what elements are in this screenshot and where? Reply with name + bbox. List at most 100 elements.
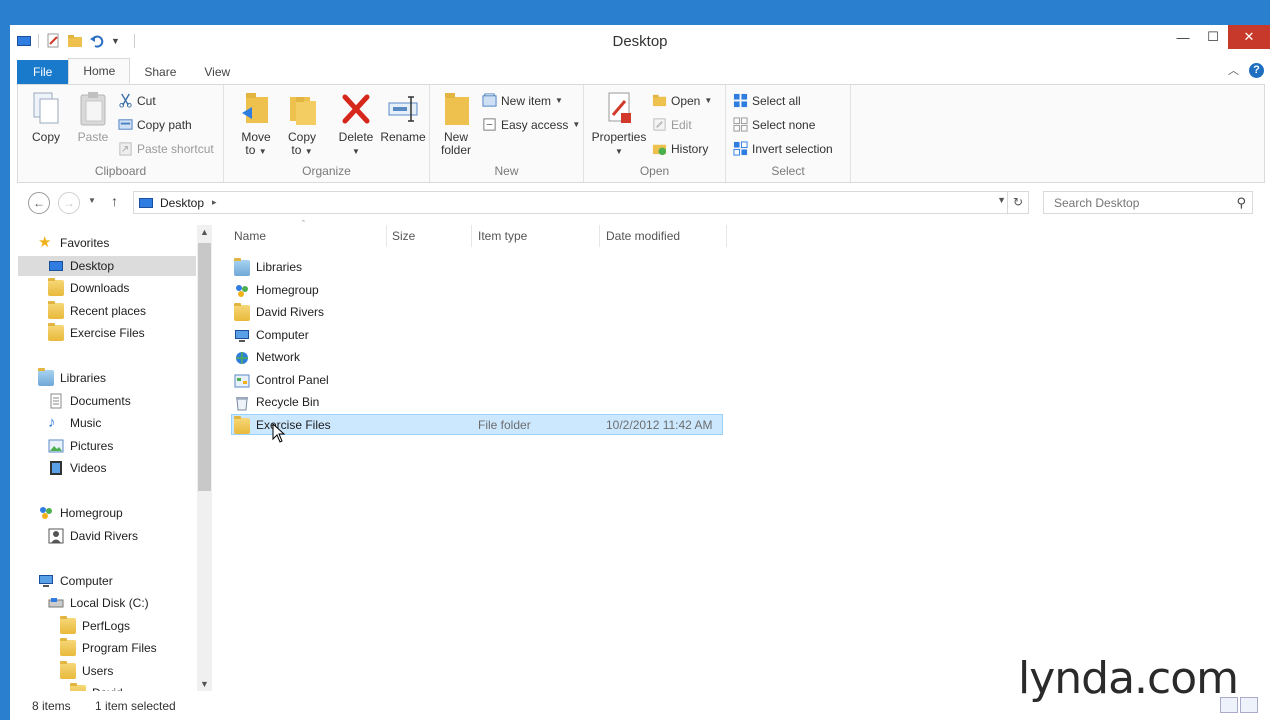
nav-pictures[interactable]: Pictures bbox=[48, 436, 113, 456]
tab-share[interactable]: Share bbox=[130, 60, 190, 84]
move-to-label-1: Move bbox=[241, 130, 271, 144]
column-name[interactable]: Name bbox=[234, 225, 266, 247]
title-bar: ▼ Desktop — ☐ ✕ bbox=[10, 25, 1270, 58]
forward-button[interactable]: → bbox=[58, 192, 80, 214]
status-selection: 1 item selected bbox=[95, 699, 176, 713]
nav-music[interactable]: ♪ Music bbox=[48, 413, 101, 433]
scroll-up-icon[interactable]: ▲ bbox=[200, 227, 209, 237]
copy-to-button[interactable]: Copy to ▼ bbox=[282, 91, 322, 158]
file-row[interactable]: Computer bbox=[231, 325, 723, 346]
file-row[interactable]: David Rivers bbox=[231, 302, 723, 323]
user-icon bbox=[48, 528, 64, 544]
search-input[interactable] bbox=[1052, 192, 1226, 213]
search-icon[interactable]: ⚲ bbox=[1236, 195, 1246, 211]
recent-locations-icon[interactable]: ▼ bbox=[88, 196, 96, 205]
properties-caret-icon: ▼ bbox=[615, 147, 623, 156]
minimize-button[interactable]: — bbox=[1168, 25, 1198, 49]
back-button[interactable]: ← bbox=[28, 192, 50, 214]
breadcrumb-chevron-icon[interactable]: ▸ bbox=[212, 197, 217, 208]
paste-shortcut-icon bbox=[119, 142, 132, 156]
cut-label: Cut bbox=[137, 93, 156, 108]
nav-music-label: Music bbox=[70, 416, 102, 430]
nav-users[interactable]: Users bbox=[60, 661, 113, 681]
close-button[interactable]: ✕ bbox=[1228, 25, 1270, 49]
copy-button[interactable]: Copy bbox=[26, 91, 66, 144]
paste-button[interactable]: Paste bbox=[73, 91, 113, 144]
up-arrow-icon[interactable]: ↑ bbox=[111, 193, 118, 209]
nav-perflogs-label: PerfLogs bbox=[82, 619, 131, 633]
move-to-button[interactable]: Move to ▼ bbox=[236, 91, 276, 158]
nav-pane-scrollbar[interactable]: ▲ ▼ bbox=[197, 225, 212, 691]
nav-computer-label: Computer bbox=[60, 574, 113, 588]
copy-path-button[interactable]: Copy path bbox=[118, 117, 192, 132]
nav-downloads[interactable]: Downloads bbox=[48, 278, 129, 298]
refresh-icon[interactable]: ↻ bbox=[1007, 192, 1028, 213]
new-item-label: New item bbox=[501, 93, 552, 108]
cut-button[interactable]: Cut bbox=[118, 93, 156, 108]
properties-button[interactable]: Properties ▼ bbox=[588, 91, 650, 158]
collapse-ribbon-icon[interactable]: ︿ bbox=[1228, 62, 1239, 78]
file-name: Exercise Files bbox=[256, 418, 331, 432]
scroll-down-icon[interactable]: ▼ bbox=[200, 679, 209, 689]
column-divider[interactable] bbox=[599, 225, 600, 247]
nav-videos[interactable]: Videos bbox=[48, 458, 106, 478]
tab-file[interactable]: File bbox=[17, 60, 69, 84]
address-dropdown-icon[interactable]: ▼ bbox=[997, 195, 1006, 205]
large-icons-view-icon[interactable] bbox=[1240, 697, 1258, 713]
nav-david-rivers[interactable]: David Rivers bbox=[48, 526, 138, 546]
address-location[interactable]: Desktop bbox=[160, 196, 204, 210]
column-divider[interactable] bbox=[386, 225, 387, 247]
column-date-modified[interactable]: Date modified bbox=[606, 225, 680, 247]
tab-view[interactable]: View bbox=[190, 60, 244, 84]
file-row[interactable]: Control Panel bbox=[231, 370, 723, 391]
easy-access-button[interactable]: Easy access ▼ bbox=[482, 117, 580, 132]
file-row[interactable]: Libraries bbox=[231, 257, 723, 278]
scrollbar-thumb[interactable] bbox=[198, 243, 211, 491]
nav-program-files[interactable]: Program Files bbox=[60, 638, 157, 658]
column-size[interactable]: Size bbox=[392, 225, 415, 247]
new-folder-button[interactable]: New folder bbox=[434, 91, 478, 157]
new-item-button[interactable]: New item ▼ bbox=[482, 93, 563, 108]
nav-local-disk[interactable]: Local Disk (C:) bbox=[48, 593, 149, 613]
organize-group: Move to ▼ Copy to ▼ Delete ▼ Rename Orga… bbox=[224, 85, 430, 182]
file-row[interactable]: Network bbox=[231, 347, 723, 368]
open-button[interactable]: Open ▼ bbox=[652, 93, 712, 108]
invert-selection-button[interactable]: Invert selection bbox=[733, 141, 833, 156]
nav-documents[interactable]: Documents bbox=[48, 391, 131, 411]
file-name: Recycle Bin bbox=[256, 395, 320, 409]
help-icon[interactable]: ? bbox=[1249, 62, 1264, 78]
nav-exercise-files-label: Exercise Files bbox=[70, 326, 145, 340]
edit-button[interactable]: Edit bbox=[652, 117, 692, 132]
select-none-button[interactable]: Select none bbox=[733, 117, 815, 132]
nav-exercise-files[interactable]: Exercise Files bbox=[48, 323, 145, 343]
file-row[interactable]: Homegroup bbox=[231, 280, 723, 301]
nav-david[interactable]: David bbox=[70, 683, 123, 691]
file-row-selected[interactable]: Exercise Files File folder 10/2/2012 11:… bbox=[231, 414, 723, 435]
rename-button[interactable]: Rename bbox=[380, 91, 426, 144]
nav-homegroup[interactable]: Homegroup bbox=[38, 503, 123, 523]
rename-label: Rename bbox=[380, 130, 426, 144]
address-bar[interactable]: Desktop ▸ ▼ ↻ bbox=[133, 191, 1029, 214]
history-button[interactable]: History bbox=[652, 141, 708, 156]
nav-computer[interactable]: Computer bbox=[38, 571, 113, 591]
details-view-icon[interactable] bbox=[1220, 697, 1238, 713]
nav-libraries[interactable]: Libraries bbox=[38, 368, 106, 388]
select-all-button[interactable]: Select all bbox=[733, 93, 801, 108]
search-box[interactable]: ⚲ bbox=[1043, 191, 1253, 214]
star-icon: ★ bbox=[38, 234, 52, 251]
maximize-button[interactable]: ☐ bbox=[1198, 25, 1228, 49]
column-divider[interactable] bbox=[726, 225, 727, 247]
column-item-type[interactable]: Item type bbox=[478, 225, 527, 247]
invert-selection-icon bbox=[733, 141, 748, 156]
file-row[interactable]: Recycle Bin bbox=[231, 392, 723, 413]
nav-perflogs[interactable]: PerfLogs bbox=[60, 616, 130, 636]
nav-favorites[interactable]: ★ Favorites bbox=[38, 233, 109, 253]
column-divider[interactable] bbox=[471, 225, 472, 247]
paste-shortcut-button[interactable]: Paste shortcut bbox=[118, 141, 214, 156]
nav-desktop[interactable]: Desktop bbox=[18, 256, 196, 276]
tab-home[interactable]: Home bbox=[68, 58, 131, 84]
ribbon-tabs: File Home Share View bbox=[10, 58, 1270, 84]
delete-button[interactable]: Delete ▼ bbox=[334, 91, 378, 158]
nav-libraries-label: Libraries bbox=[60, 371, 107, 385]
nav-recent-places[interactable]: Recent places bbox=[48, 301, 146, 321]
